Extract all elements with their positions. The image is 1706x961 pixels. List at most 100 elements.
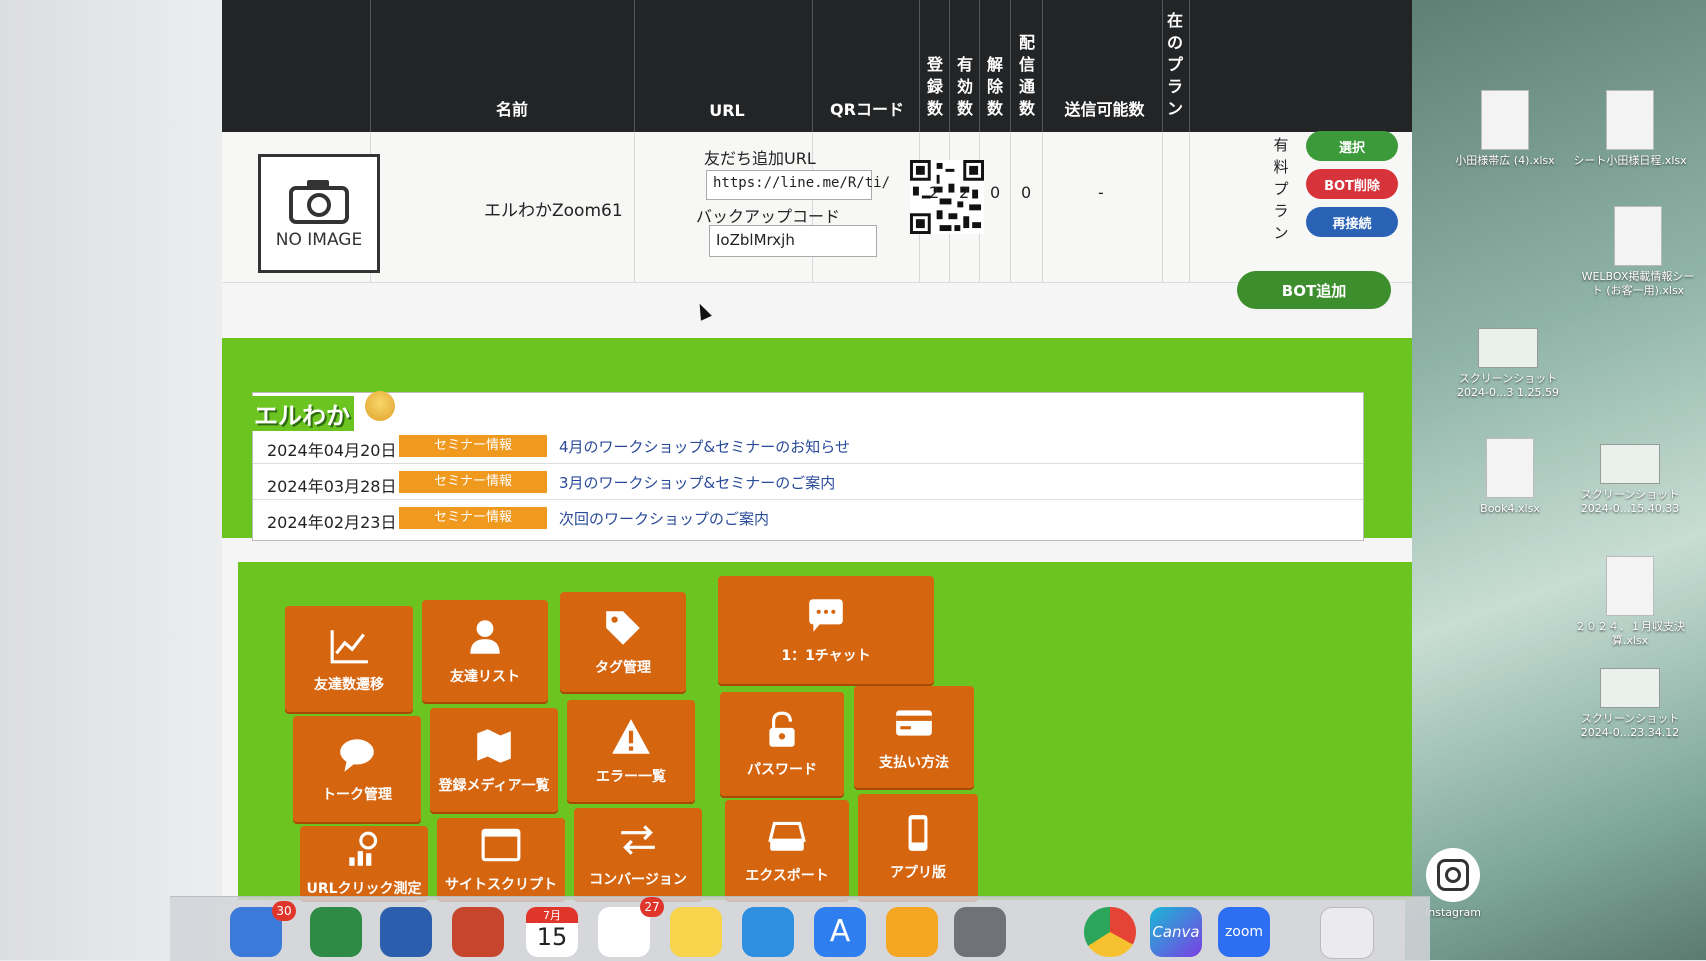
- menu-chat[interactable]: 1：1チャット: [718, 576, 934, 684]
- zoom-icon[interactable]: zoom: [1218, 907, 1270, 957]
- news-tag: セミナー情報: [399, 435, 547, 457]
- desktop-file[interactable]: 小田様帯広 (4).xlsx: [1450, 90, 1560, 168]
- menu-friends-trend[interactable]: 友達数遷移: [285, 606, 413, 712]
- menu-friends-list[interactable]: 友達リスト: [422, 600, 548, 702]
- news-item[interactable]: 2024年03月28日 セミナー情報 3月のワークショップ&セミナーのご案内: [253, 464, 1363, 500]
- dock: 30 7月 15 27 A Canva zoom: [170, 896, 1430, 961]
- menu-site-script[interactable]: サイトスクリプト: [437, 818, 565, 900]
- table-header: 名前 URL QRコード 登録数 有効数 解除数 配信通数 送信可能数 在のプラ…: [222, 0, 1412, 132]
- menu-tag-manage[interactable]: タグ管理: [560, 592, 686, 692]
- no-image-placeholder: NO IMAGE: [258, 154, 380, 273]
- backup-code-label: バックアップコード: [696, 207, 841, 226]
- news-tag: セミナー情報: [399, 507, 547, 529]
- calendar-icon[interactable]: 7月 15: [526, 907, 578, 957]
- menu-media-list[interactable]: 登録メディア一覧: [430, 708, 558, 812]
- news-link[interactable]: 3月のワークショップ&セミナーのご案内: [559, 472, 835, 493]
- menu-talk-manage[interactable]: トーク管理: [293, 716, 421, 822]
- spreadsheet-icon: [1486, 438, 1534, 498]
- menu-payment[interactable]: 支払い方法: [854, 686, 974, 788]
- canva-icon[interactable]: Canva: [1150, 907, 1202, 957]
- menu-url-click[interactable]: URLクリック測定: [300, 826, 428, 900]
- file-name: 小田様帯広 (4).xlsx: [1455, 154, 1555, 167]
- menu-conversion[interactable]: コンバージョン: [574, 808, 702, 900]
- header-delivered: 配信通数: [1018, 33, 1035, 118]
- registered-count: 2: [929, 183, 940, 202]
- news-brand: エルわか: [250, 396, 354, 431]
- spreadsheet-icon: [1606, 556, 1654, 616]
- screenshot-icon: [1600, 668, 1660, 708]
- menu-label: パスワード: [747, 762, 817, 778]
- settings-gear-icon[interactable]: [954, 907, 1006, 957]
- reminders-icon[interactable]: [598, 907, 650, 957]
- file-name: スクリーンショット 2024-0...15.40.33: [1580, 488, 1680, 515]
- menu-label: 友達リスト: [450, 669, 520, 685]
- swap-arrows-icon: [621, 825, 655, 855]
- news-item[interactable]: 2024年04月20日 セミナー情報 4月のワークショップ&セミナーのお知らせ: [253, 428, 1363, 464]
- header-sendable: 送信可能数: [1064, 100, 1145, 119]
- file-name: Book4.xlsx: [1480, 502, 1540, 515]
- news-date: 2024年03月28日: [267, 477, 397, 496]
- menu-label: トーク管理: [322, 787, 392, 803]
- keynote-icon[interactable]: [742, 907, 794, 957]
- magnify-chart-icon: [349, 831, 378, 866]
- file-name: スクリーンショット 2024-0...3 1.25.59: [1457, 372, 1559, 399]
- trash-icon[interactable]: [1320, 907, 1374, 959]
- chrome-icon[interactable]: [1084, 907, 1136, 957]
- menu-label: タグ管理: [595, 660, 651, 676]
- news-link[interactable]: 4月のワークショップ&セミナーのお知らせ: [559, 436, 850, 457]
- menu-label: サイトスクリプト: [445, 877, 557, 893]
- news-link[interactable]: 次回のワークショップのご案内: [559, 508, 769, 529]
- desktop-file[interactable]: WELBOX掲載情報シート (お客一用).xlsx: [1578, 206, 1698, 298]
- numbers-icon[interactable]: [310, 907, 362, 957]
- header-name: 名前: [495, 100, 528, 119]
- menu-app[interactable]: アプリ版: [858, 794, 978, 900]
- spreadsheet-icon: [1606, 90, 1654, 150]
- menu-label: 1：1チャット: [781, 648, 871, 664]
- menu-error-list[interactable]: エラー一覧: [567, 700, 695, 802]
- desktop-file[interactable]: スクリーンショット 2024-0...15.40.33: [1570, 444, 1690, 516]
- friend-url-field[interactable]: https://line.me/R/ti/: [706, 170, 890, 200]
- add-bot-button[interactable]: BOT追加: [1237, 271, 1391, 309]
- reminders-badge: 27: [640, 897, 664, 917]
- header-url: URL: [709, 101, 745, 120]
- header-qr: QRコード: [830, 100, 904, 119]
- reconnect-button[interactable]: 再接続: [1306, 207, 1398, 237]
- sendable-count: -: [1098, 183, 1104, 202]
- desktop-file[interactable]: スクリーンショット 2024-0...3 1.25.59: [1448, 328, 1568, 400]
- word-icon[interactable]: [380, 907, 432, 957]
- header-cancelled: 解除数: [986, 55, 1003, 118]
- menu-label: 支払い方法: [879, 755, 949, 771]
- file-name: シート小田様日程.xlsx: [1573, 154, 1687, 167]
- powerpoint-icon[interactable]: [452, 907, 504, 957]
- friend-url-label: 友だち追加URL: [704, 149, 816, 168]
- notes-icon[interactable]: [670, 907, 722, 957]
- news-item[interactable]: 2024年02月23日 セミナー情報 次回のワークショップのご案内: [253, 500, 1363, 535]
- credit-card-icon: [896, 710, 932, 736]
- screenshot-icon: [1478, 328, 1538, 368]
- qr-code: [910, 160, 984, 234]
- menu-label: 登録メディア一覧: [438, 778, 550, 794]
- news-date: 2024年04月20日: [267, 441, 397, 460]
- speech-bubble-icon: [340, 739, 374, 772]
- no-image-label: NO IMAGE: [275, 229, 363, 250]
- backup-code-field[interactable]: IoZblMrxjh: [709, 225, 877, 257]
- menu-export[interactable]: エクスポート: [725, 800, 849, 900]
- news-tag: セミナー情報: [399, 471, 547, 493]
- menu-password[interactable]: パスワード: [720, 692, 844, 796]
- left-background: [0, 0, 260, 960]
- delete-bot-button[interactable]: BOT削除: [1306, 169, 1398, 199]
- desktop-file[interactable]: ２０２４．１月収支決算.xlsx: [1570, 556, 1690, 648]
- desktop-file[interactable]: シート小田様日程.xlsx: [1560, 90, 1700, 168]
- select-button[interactable]: 選択: [1306, 131, 1398, 161]
- mascot-icon: [365, 391, 395, 421]
- app-store-icon[interactable]: A: [814, 907, 866, 957]
- smartphone-icon: [908, 815, 928, 851]
- line-chart-icon: [330, 630, 368, 664]
- pages-icon[interactable]: [886, 907, 938, 957]
- desktop-file[interactable]: Book4.xlsx: [1460, 438, 1560, 516]
- tag-icon: [606, 611, 640, 645]
- menu-label: コンバージョン: [589, 872, 687, 888]
- screenshot-icon: [1600, 444, 1660, 484]
- desktop-file[interactable]: スクリーンショット 2024-0...23.34.12: [1568, 668, 1692, 740]
- plan-value: 有料プラン: [1273, 136, 1289, 242]
